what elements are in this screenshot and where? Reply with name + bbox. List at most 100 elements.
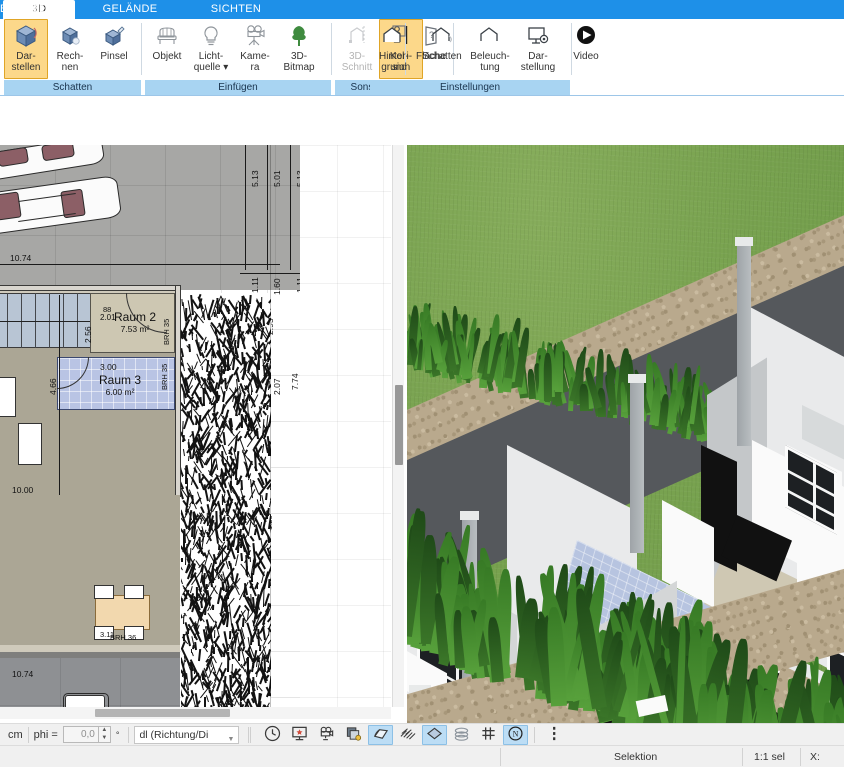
ribbon-button-3dbitmap[interactable]: 3D- Bitmap — [277, 19, 321, 79]
ribbon-separator-1 — [141, 23, 142, 75]
plan-room-3-name: Raum 3 — [98, 373, 142, 387]
plan-dim-brh36: BRH 36 — [110, 633, 137, 642]
status-divider-1 — [500, 748, 501, 766]
plane-surface-icon — [372, 725, 389, 745]
plan-dim-1000: 10.00 — [12, 485, 34, 495]
status-selection: Selektion — [614, 751, 658, 763]
ribbon-group-schatten: Dar- stellen Rech- nen Pinsel Schatten — [4, 19, 141, 96]
ribbon-tab-strip: 3D GELÄNDE SICHTEN BEARBEITEN — [0, 0, 844, 19]
ribbon-group-schatten-caption: Schatten — [4, 80, 141, 95]
chair-icon — [152, 22, 182, 50]
plan-dim-1074b: 10.74 — [12, 669, 34, 679]
phi-label: phi = — [33, 728, 58, 741]
ribbon-button-hintergrund[interactable]: Hinter- grund — [370, 19, 418, 79]
tab-bearbeiten[interactable]: BEARBEITEN — [0, 0, 73, 19]
plan-hscroll-thumb[interactable] — [95, 709, 230, 717]
status-scale: 1:1 sel — [754, 751, 785, 763]
toolbar-separator-3b — [250, 726, 252, 743]
hatch-lines-button[interactable] — [395, 725, 420, 745]
tab-sichten-label: SICHTEN — [210, 3, 262, 15]
cube-calc-icon — [55, 22, 85, 50]
more-options-button[interactable] — [541, 725, 566, 745]
monitor-star-icon — [291, 725, 308, 745]
ribbon-button-lichtquelle[interactable]: Licht- quelle ▾ — [189, 19, 233, 79]
three-d-view[interactable] — [407, 145, 844, 723]
ribbon-button-video[interactable]: Video — [562, 19, 610, 79]
tab-sichten[interactable]: SICHTEN — [186, 0, 286, 19]
status-bar: Selektion 1:1 sel X: — [0, 745, 844, 767]
ribbon-button-objekt-label: Objekt — [152, 51, 182, 62]
ribbon-button-beleuchtung-label: Beleuch- tung — [470, 51, 510, 73]
unit-label: cm — [8, 728, 23, 741]
tree-icon — [284, 22, 314, 50]
ribbon-button-3dbitmap-label: 3D- Bitmap — [283, 51, 315, 73]
stacked-disks-button[interactable] — [449, 725, 474, 745]
ribbon-button-objekt[interactable]: Objekt — [145, 19, 189, 79]
tab-gelaende-label: GELÄNDE — [102, 3, 158, 15]
diamond-plane-button[interactable] — [422, 724, 448, 745]
status-coord-x: X: — [810, 751, 820, 763]
floor-plan-view[interactable]: 10.74 5.13 5.01 5.13 1.11 1.60 1.11 14.1… — [0, 145, 391, 707]
plan-dim-501: 5.01 — [272, 170, 282, 187]
grid-button[interactable] — [476, 725, 501, 745]
ribbon-button-rechnen[interactable]: Rech- nen — [48, 19, 92, 79]
svg-text:N: N — [513, 729, 519, 738]
plan-dim-1074-top: 10.74 — [10, 253, 32, 263]
monitor-star-button[interactable] — [287, 725, 312, 745]
monitor-settings-icon — [523, 22, 553, 50]
video-play-icon — [571, 22, 601, 50]
plan-furniture-2 — [0, 377, 16, 417]
plan-dim-466: 4.66 — [48, 378, 58, 395]
plan-dim-160: 1.60 — [272, 278, 282, 295]
cube-brush-icon — [99, 22, 129, 50]
plan-dim-256: 2.56 — [83, 326, 93, 343]
hatch-lines-icon — [399, 725, 417, 745]
ribbon-group-einfuegen-caption: Einfügen — [145, 80, 331, 95]
phi-input[interactable] — [62, 726, 99, 743]
ribbon-button-beleuchtung[interactable]: Beleuch- tung — [466, 19, 514, 79]
ribbon-button-pinsel[interactable]: Pinsel — [92, 19, 136, 79]
phi-spin-buttons[interactable]: ▲ ▼ — [98, 726, 111, 743]
cube-render-icon — [11, 22, 41, 50]
phi-stepper[interactable]: ▲ ▼ — [62, 726, 111, 743]
plan-chair-2 — [124, 585, 144, 599]
layers-stack-button[interactable] — [341, 725, 366, 745]
plan-vertical-scrollbar[interactable] — [392, 145, 404, 707]
plan-vscroll-thumb[interactable] — [395, 385, 403, 465]
plane-surface-button[interactable] — [368, 724, 394, 745]
clock-icon — [264, 725, 281, 745]
chevron-down-icon: ▼ — [227, 735, 235, 743]
ribbon-button-darstellen[interactable]: Dar- stellen — [4, 19, 48, 79]
direction-combo[interactable]: dl (Richtung/Di ▼ — [134, 725, 240, 744]
phi-spin-up[interactable]: ▲ — [99, 727, 110, 735]
plan-dim-207: 2.07 — [272, 378, 282, 395]
ribbon-button-pinsel-label: Pinsel — [100, 51, 128, 62]
plan-room-3-area: 6.00 m² — [105, 387, 135, 397]
movie-camera-icon — [318, 725, 335, 745]
direction-combo-value: dl (Richtung/Di — [139, 728, 209, 741]
house-shadow-icon — [427, 22, 457, 50]
ribbon-button-schatten[interactable]: Schatten — [418, 19, 466, 79]
ribbon-group-einstellungen: Hinter- grund Schatten Beleuch- tung Dar… — [370, 19, 599, 96]
plan-horizontal-scrollbar[interactable] — [0, 707, 391, 719]
ribbon-button-darstellen-label: Dar- stellen — [11, 51, 41, 73]
grid-icon — [480, 725, 497, 745]
ribbon-button-darstellung[interactable]: Dar- stellung — [514, 19, 562, 79]
work-area: 10.74 5.13 5.01 5.13 1.11 1.60 1.11 14.1… — [0, 96, 844, 723]
plan-dim-300: 3.00 — [100, 362, 117, 372]
movie-camera-button[interactable] — [314, 725, 339, 745]
phi-spin-down[interactable]: ▼ — [99, 735, 110, 743]
north-compass-button[interactable]: N — [503, 724, 529, 745]
ribbon-button-schatten-label: Schatten — [422, 51, 462, 62]
tab-gelaende[interactable]: GELÄNDE — [78, 0, 182, 19]
ribbon-button-kamera[interactable]: Kame- ra — [233, 19, 277, 79]
clock-button[interactable] — [260, 725, 285, 745]
plan-furniture-1 — [18, 423, 42, 465]
lightbulb-icon — [196, 22, 226, 50]
house-light-icon — [475, 22, 505, 50]
plan-wall-bottom — [0, 651, 180, 658]
ribbon-separator-2 — [331, 23, 332, 75]
camera-tripod-icon — [240, 22, 270, 50]
degree-symbol: ° — [115, 729, 120, 740]
plan-table — [95, 595, 150, 630]
